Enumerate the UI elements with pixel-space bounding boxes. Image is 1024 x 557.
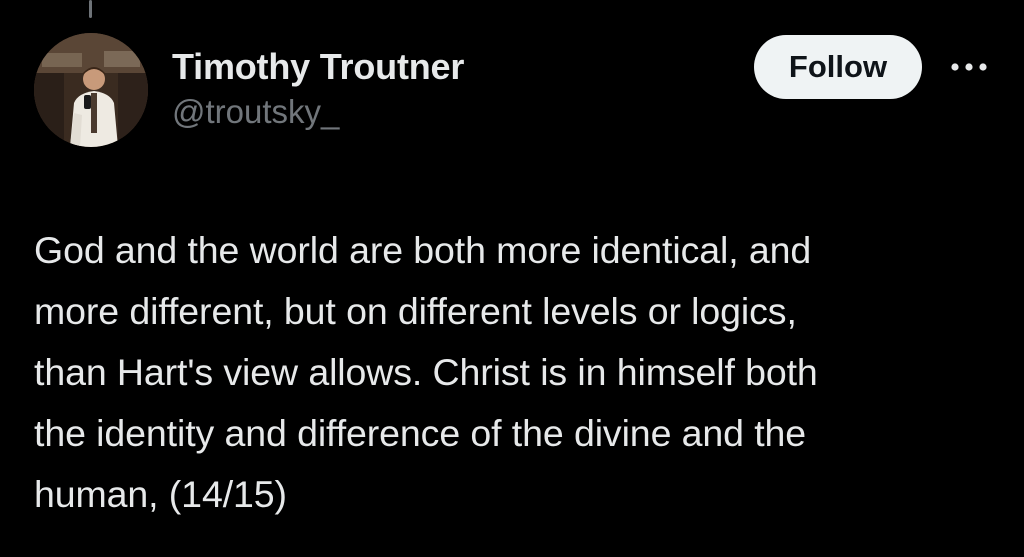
post-text-line: human, (14/15) [34, 473, 287, 515]
post-text-line: the identity and difference of the divin… [34, 412, 807, 454]
post-text-line: God and the world are both more identica… [34, 229, 812, 271]
author-handle[interactable]: @troutsky_ [172, 92, 464, 132]
follow-button[interactable]: Follow [754, 35, 922, 99]
avatar[interactable] [34, 33, 148, 147]
post-header: Timothy Troutner @troutsky_ Follow [0, 0, 1024, 160]
post-text-line: more different, but on different levels … [34, 290, 797, 332]
author-info: Timothy Troutner @troutsky_ [172, 46, 464, 132]
avatar-photo [34, 33, 148, 147]
post-body: God and the world are both more identica… [34, 220, 1009, 525]
more-options-button[interactable] [944, 50, 994, 84]
more-horizontal-icon [951, 63, 987, 71]
author-display-name[interactable]: Timothy Troutner [172, 46, 464, 88]
post-text-line: than Hart's view allows. Christ is in hi… [34, 351, 818, 393]
